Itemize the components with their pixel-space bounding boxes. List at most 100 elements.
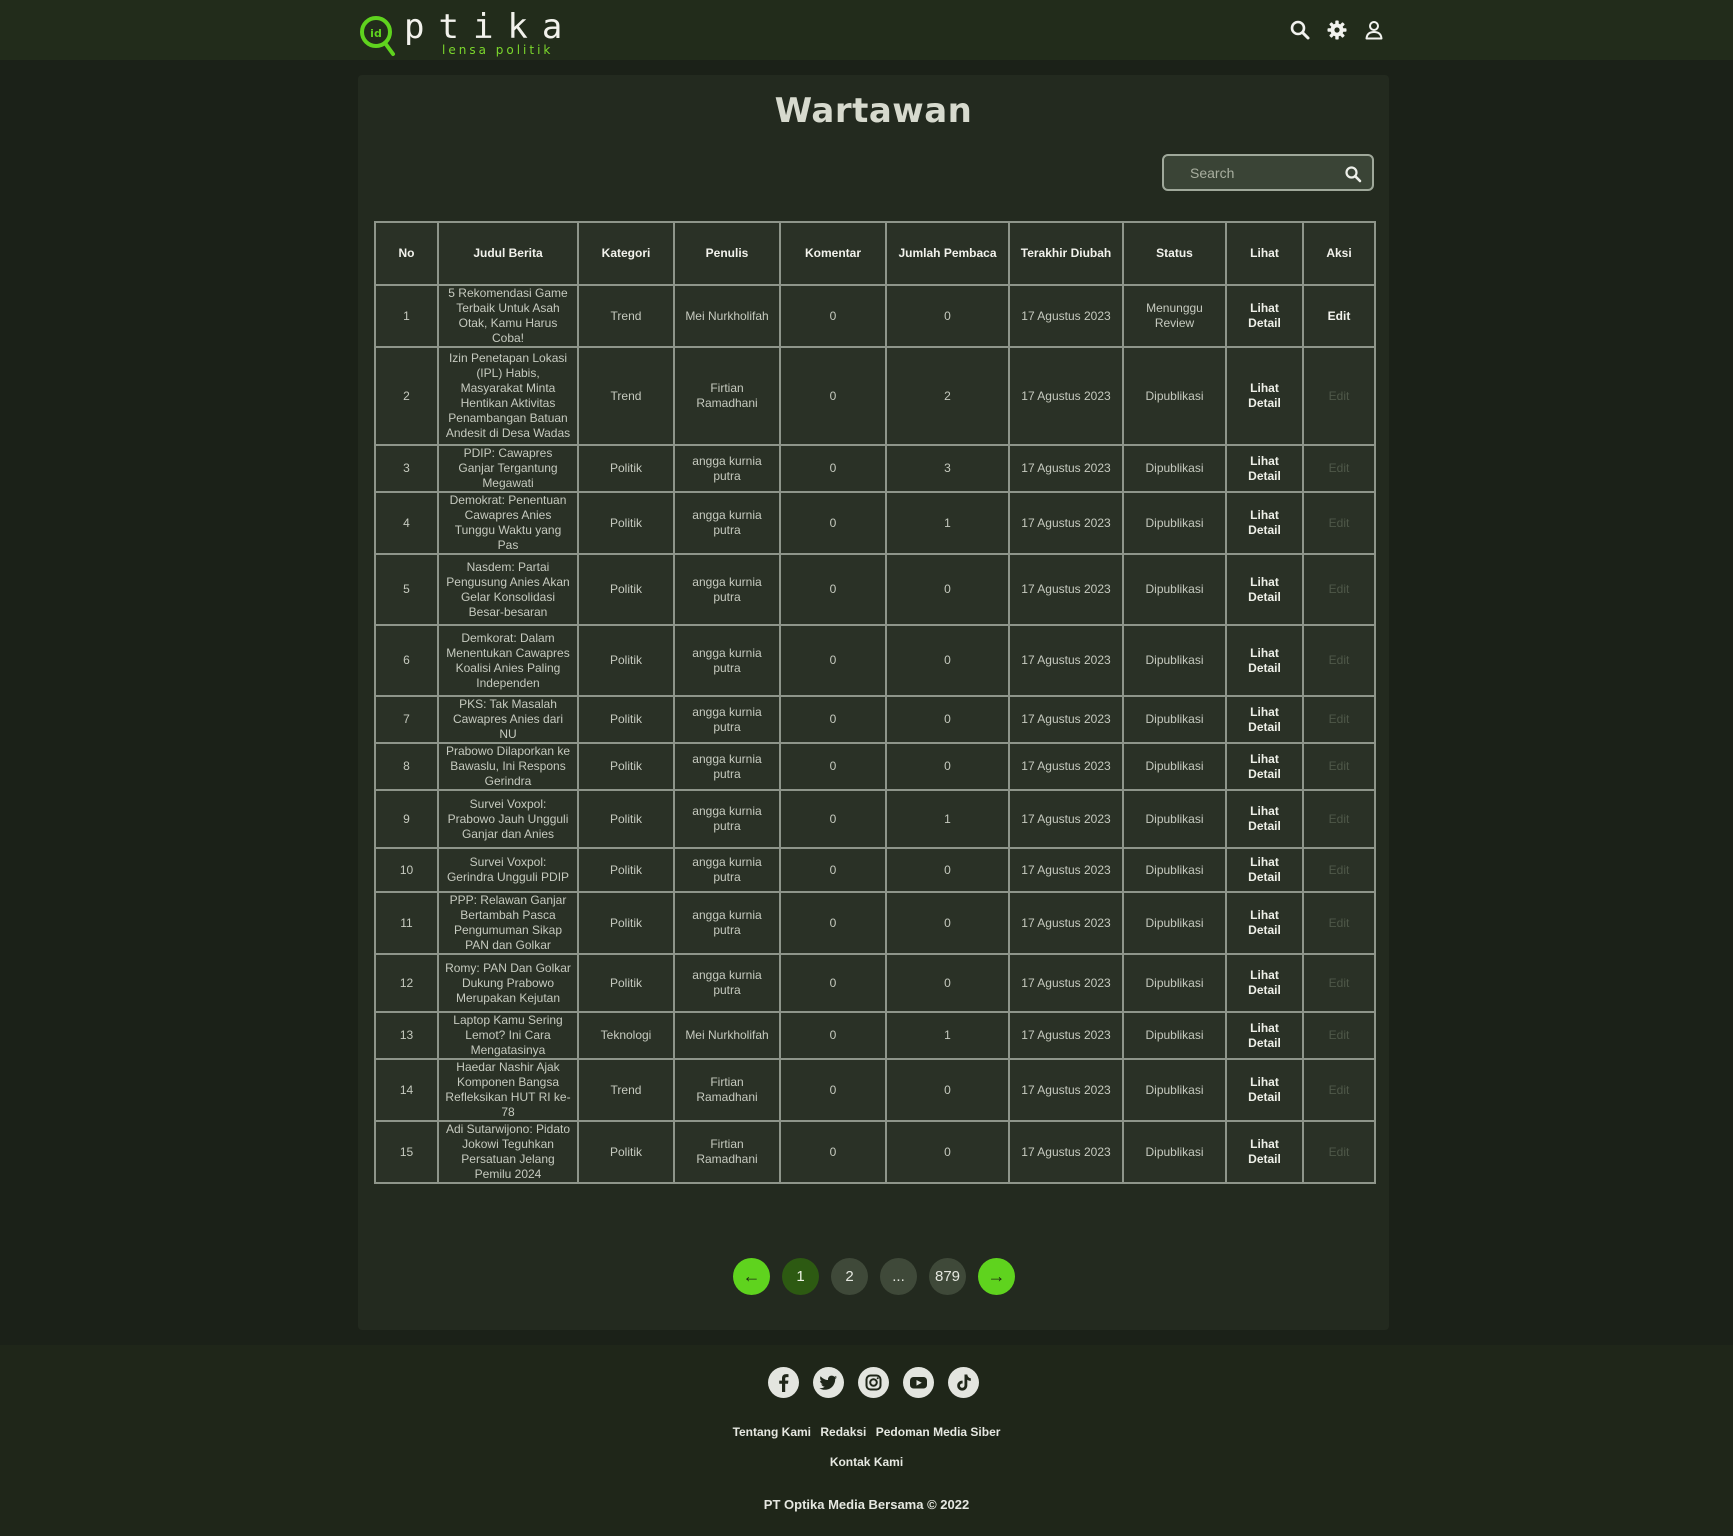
edit-button: Edit (1302, 1058, 1376, 1122)
gear-icon[interactable] (1326, 19, 1348, 41)
articles-table: No Judul Berita Kategori Penulis Komenta… (374, 221, 1376, 1184)
lihat-detail-link[interactable]: Lihat Detail (1225, 1058, 1304, 1122)
cell-diubah: 17 Agustus 2023 (1008, 891, 1124, 955)
cell-pembaca: 3 (885, 444, 1010, 493)
cell-diubah: 17 Agustus 2023 (1008, 847, 1124, 893)
edit-button: Edit (1302, 953, 1376, 1013)
cell-pembaca: 2 (885, 346, 1010, 446)
table-row: 6 Demkorat: Dalam Menentukan Cawapres Koa… (374, 624, 1376, 697)
pagination: ← 1 2 ... 879 → (358, 1258, 1389, 1296)
cell-status: Dipublikasi (1122, 1011, 1227, 1060)
cell-penulis: angga kurnia putra (673, 624, 781, 697)
lihat-detail-link[interactable]: Lihat Detail (1225, 1011, 1304, 1060)
lihat-detail-link[interactable]: Lihat Detail (1225, 789, 1304, 849)
cell-judul: Demkorat: Dalam Menentukan Cawapres Koal… (437, 624, 579, 697)
page-button-2[interactable]: 2 (831, 1258, 868, 1295)
page-ellipsis[interactable]: ... (880, 1258, 917, 1295)
cell-diubah: 17 Agustus 2023 (1008, 742, 1124, 791)
cell-no: 5 (374, 553, 439, 626)
site-logo[interactable]: id ptika lensa politik (358, 8, 562, 58)
footer-link-tentang[interactable]: Tentang Kami (733, 1425, 811, 1439)
prev-page-button[interactable]: ← (733, 1258, 770, 1295)
edit-button: Edit (1302, 444, 1376, 493)
cell-diubah: 17 Agustus 2023 (1008, 491, 1124, 555)
search-box (1162, 154, 1374, 191)
lihat-detail-link[interactable]: Lihat Detail (1225, 742, 1304, 791)
facebook-icon[interactable] (768, 1367, 799, 1398)
top-navbar: id ptika lensa politik (0, 0, 1733, 60)
user-icon[interactable] (1363, 19, 1385, 41)
cell-no: 3 (374, 444, 439, 493)
cell-status: Dipublikasi (1122, 695, 1227, 744)
table-row: 2 Izin Penetapan Lokasi (IPL) Habis, Masy… (374, 346, 1376, 446)
col-header-diubah: Terakhir Diubah (1008, 221, 1124, 286)
cell-kategori: Politik (577, 789, 675, 849)
content-card: Wartawan No Judul Berita Kategori Penuli… (358, 75, 1389, 1330)
table-row: 3 PDIP: Cawapres Ganjar Tergantung Megawa… (374, 444, 1376, 493)
footer-link-pedoman[interactable]: Pedoman Media Siber (876, 1425, 1001, 1439)
youtube-icon[interactable] (903, 1367, 934, 1398)
page-button-1[interactable]: 1 (782, 1258, 819, 1295)
page-button-last[interactable]: 879 (929, 1258, 966, 1295)
cell-penulis: angga kurnia putra (673, 891, 781, 955)
cell-pembaca: 0 (885, 553, 1010, 626)
next-page-button[interactable]: → (978, 1258, 1015, 1295)
twitter-icon[interactable] (813, 1367, 844, 1398)
cell-kategori: Politik (577, 695, 675, 744)
lihat-detail-link[interactable]: Lihat Detail (1225, 1120, 1304, 1184)
lihat-detail-link[interactable]: Lihat Detail (1225, 284, 1304, 348)
search-input[interactable] (1164, 156, 1372, 189)
cell-judul: Laptop Kamu Sering Lemot? Ini Cara Menga… (437, 1011, 579, 1060)
cell-komentar: 0 (779, 742, 887, 791)
cell-komentar: 0 (779, 847, 887, 893)
cell-no: 15 (374, 1120, 439, 1184)
cell-kategori: Politik (577, 891, 675, 955)
lihat-detail-link[interactable]: Lihat Detail (1225, 624, 1304, 697)
cell-status: Menunggu Review (1122, 284, 1227, 348)
lihat-detail-link[interactable]: Lihat Detail (1225, 847, 1304, 893)
lihat-detail-link[interactable]: Lihat Detail (1225, 553, 1304, 626)
lihat-detail-link[interactable]: Lihat Detail (1225, 346, 1304, 446)
edit-button[interactable]: Edit (1302, 284, 1376, 348)
cell-kategori: Trend (577, 346, 675, 446)
lihat-detail-link[interactable]: Lihat Detail (1225, 953, 1304, 1013)
cell-diubah: 17 Agustus 2023 (1008, 284, 1124, 348)
cell-status: Dipublikasi (1122, 1120, 1227, 1184)
edit-button: Edit (1302, 847, 1376, 893)
lihat-detail-link[interactable]: Lihat Detail (1225, 695, 1304, 744)
lihat-detail-link[interactable]: Lihat Detail (1225, 444, 1304, 493)
cell-diubah: 17 Agustus 2023 (1008, 553, 1124, 626)
cell-komentar: 0 (779, 444, 887, 493)
table-row: 9 Survei Voxpol: Prabowo Jauh Ungguli Gan… (374, 789, 1376, 849)
search-icon[interactable] (1289, 19, 1311, 41)
cell-no: 4 (374, 491, 439, 555)
cell-komentar: 0 (779, 553, 887, 626)
lihat-detail-link[interactable]: Lihat Detail (1225, 491, 1304, 555)
cell-judul: Romy: PAN Dan Golkar Dukung Prabowo Meru… (437, 953, 579, 1013)
logo-mark-icon: id (360, 16, 395, 56)
instagram-icon[interactable] (858, 1367, 889, 1398)
cell-pembaca: 1 (885, 491, 1010, 555)
footer-link-kontak[interactable]: Kontak Kami (830, 1455, 903, 1469)
cell-penulis: Firtian Ramadhani (673, 1058, 781, 1122)
cell-judul: PDIP: Cawapres Ganjar Tergantung Megawat… (437, 444, 579, 493)
edit-button: Edit (1302, 742, 1376, 791)
cell-status: Dipublikasi (1122, 346, 1227, 446)
search-submit-icon[interactable] (1344, 165, 1362, 183)
cell-penulis: angga kurnia putra (673, 553, 781, 626)
cell-pembaca: 0 (885, 624, 1010, 697)
logo-tagline: lensa politik (442, 43, 554, 57)
footer-link-redaksi[interactable]: Redaksi (820, 1425, 866, 1439)
cell-komentar: 0 (779, 953, 887, 1013)
cell-status: Dipublikasi (1122, 847, 1227, 893)
cell-no: 10 (374, 847, 439, 893)
cell-kategori: Politik (577, 847, 675, 893)
lihat-detail-link[interactable]: Lihat Detail (1225, 891, 1304, 955)
cell-pembaca: 0 (885, 742, 1010, 791)
cell-pembaca: 0 (885, 284, 1010, 348)
cell-pembaca: 0 (885, 953, 1010, 1013)
cell-kategori: Politik (577, 624, 675, 697)
edit-button: Edit (1302, 1011, 1376, 1060)
tiktok-icon[interactable] (948, 1367, 979, 1398)
cell-komentar: 0 (779, 1120, 887, 1184)
